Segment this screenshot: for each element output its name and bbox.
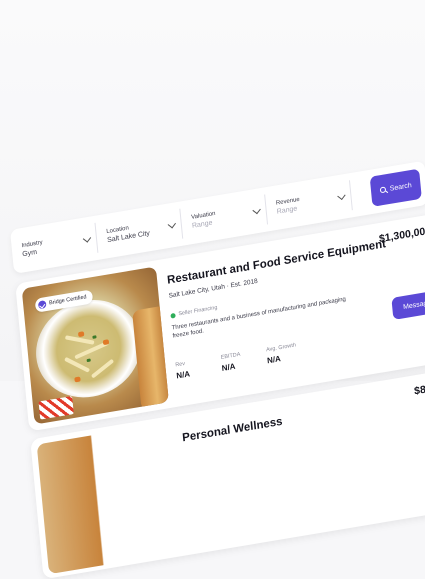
revenue-filter[interactable]: Revenue Range <box>265 180 353 225</box>
stat-avg-growth: Avg. Growth N/A <box>266 342 297 365</box>
stat-label: Rev <box>175 360 186 369</box>
industry-filter[interactable]: Industry Gym <box>10 222 99 267</box>
location-filter[interactable]: Location Salt Lake City <box>95 208 184 253</box>
search-icon <box>379 186 387 194</box>
search-button-label: Search <box>389 181 412 193</box>
certified-badge-label: Bridge Certified <box>48 294 87 307</box>
cracker-packet-illustration <box>38 396 74 420</box>
seller-financing-tag: Seller Financing <box>170 304 218 319</box>
bread-illustration <box>132 305 169 411</box>
listing-image: Bridge Certified <box>21 266 169 425</box>
listing-image <box>36 422 184 575</box>
listing-price: $1,300,000 <box>378 224 425 246</box>
stat-value: N/A <box>221 361 236 373</box>
page-background: Industry Gym Location Salt Lake City Val… <box>0 0 425 579</box>
listing-title[interactable]: Restaurant and Food Service Equipment <box>167 238 387 287</box>
listing-established: Est. 2018 <box>230 277 259 290</box>
message-seller-button[interactable]: Message Seller <box>391 286 425 320</box>
stat-revenue: Rev N/A <box>175 360 191 381</box>
check-badge-icon <box>37 300 47 310</box>
listing-panel: Industry Gym Location Salt Lake City Val… <box>10 159 425 579</box>
listing-price: $850,0 <box>413 380 425 398</box>
stat-ebitda: EBITDA N/A <box>220 352 241 373</box>
status-dot-icon <box>170 312 176 319</box>
seller-financing-label: Seller Financing <box>178 304 218 318</box>
search-button[interactable]: Search <box>369 168 422 207</box>
stat-label: EBITDA <box>220 351 241 361</box>
listing-description: Three restaurants and a business of manu… <box>171 296 347 340</box>
listing-title[interactable]: Personal Wellness <box>182 416 283 445</box>
stat-value: N/A <box>175 369 191 381</box>
stat-value: N/A <box>266 354 282 366</box>
listing-location: Salt Lake City, Utah <box>168 283 226 300</box>
valuation-filter[interactable]: Valuation Range <box>180 194 269 239</box>
